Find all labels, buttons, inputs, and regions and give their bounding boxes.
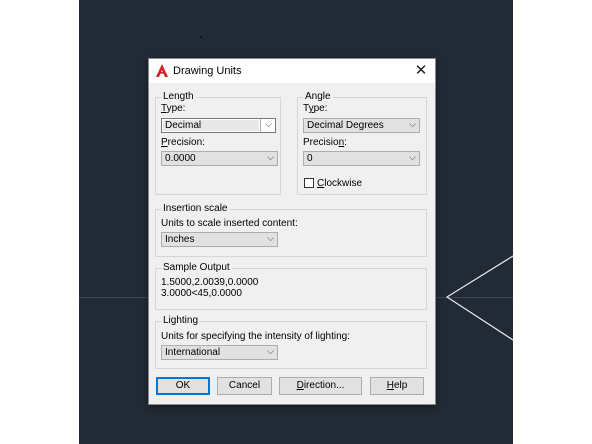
sample-output-legend: Sample Output <box>161 262 232 273</box>
angle-precision-label: Precision: <box>303 137 347 148</box>
close-icon: ✕ <box>414 62 428 79</box>
direction-button[interactable]: Direction... <box>279 377 362 395</box>
sample-output-line-1: 1.5000,2.0039,0.0000 <box>161 277 259 288</box>
chevron-down-icon: ⌵ <box>267 152 274 162</box>
cancel-button[interactable]: Cancel <box>217 377 272 395</box>
angle-precision-value: 0 <box>307 153 313 164</box>
dialog-title: Drawing Units <box>173 65 242 77</box>
chevron-down-icon: ⌵ <box>267 233 274 243</box>
length-precision-value: 0.0000 <box>165 153 196 164</box>
help-button[interactable]: Help <box>370 377 424 395</box>
insertion-scale-prompt: Units to scale inserted content: <box>161 218 298 229</box>
ok-button[interactable]: OK <box>156 377 210 395</box>
close-button[interactable]: ✕ <box>411 61 431 81</box>
chevron-down-icon: ⌵ <box>409 152 416 162</box>
angle-type-dropdown[interactable]: Decimal Degrees ⌵ <box>303 118 420 133</box>
drawing-units-dialog: Drawing Units ✕ Length Type: Decimal ⌵ P… <box>148 58 436 405</box>
angle-type-value: Decimal Degrees <box>307 120 384 131</box>
lighting-units-dropdown[interactable]: International ⌵ <box>161 345 278 360</box>
lighting-prompt: Units for specifying the intensity of li… <box>161 331 350 342</box>
length-type-dropdown[interactable]: Decimal ⌵ <box>161 118 276 133</box>
length-legend: Length <box>161 91 196 102</box>
clockwise-label[interactable]: Clockwise <box>317 178 362 189</box>
angle-type-label: Type: <box>303 103 328 114</box>
dialog-titlebar[interactable]: Drawing Units ✕ <box>149 59 435 83</box>
insertion-scale-legend: Insertion scale <box>161 203 230 214</box>
clockwise-checkbox[interactable] <box>304 178 314 188</box>
angle-legend: Angle <box>303 91 333 102</box>
length-type-value: Decimal <box>165 120 202 131</box>
chevron-down-icon: ⌵ <box>267 346 274 356</box>
length-precision-label: Precision: <box>161 137 205 148</box>
chevron-down-icon: ⌵ <box>265 119 272 129</box>
insertion-units-dropdown[interactable]: Inches ⌵ <box>161 232 278 247</box>
autocad-a-icon <box>156 64 168 77</box>
angle-precision-dropdown[interactable]: 0 ⌵ <box>303 151 420 166</box>
chevron-down-icon: ⌵ <box>409 119 416 129</box>
lighting-legend: Lighting <box>161 315 201 326</box>
length-precision-dropdown[interactable]: 0.0000 ⌵ <box>161 151 278 166</box>
insertion-units-value: Inches <box>165 234 195 245</box>
lighting-units-value: International <box>165 347 221 358</box>
length-type-label: Type: <box>161 103 186 114</box>
sample-output-line-2: 3.0000<45,0.0000 <box>161 288 242 299</box>
